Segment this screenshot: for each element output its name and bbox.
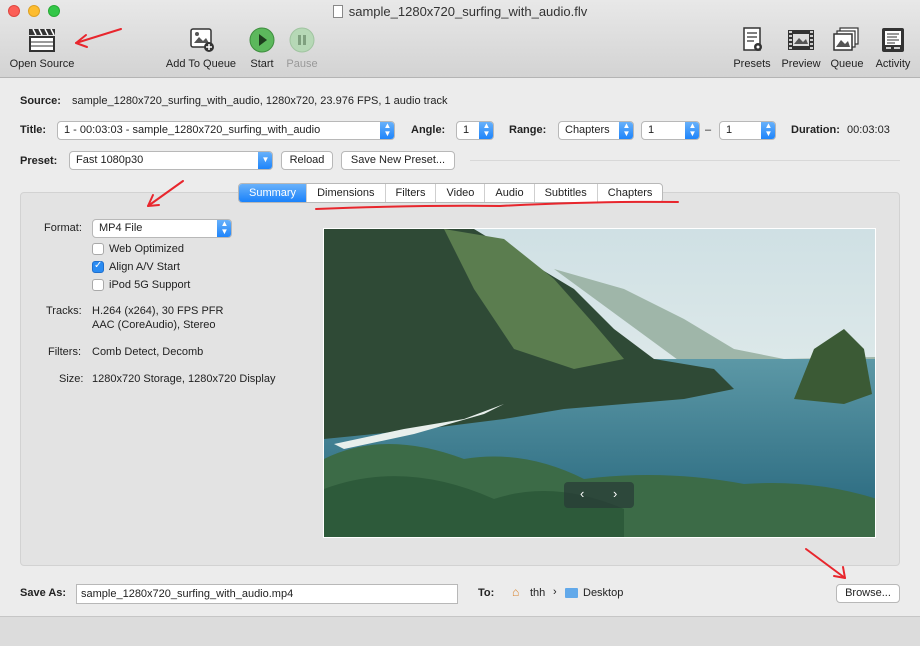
window-title-text: sample_1280x720_surfing_with_audio.flv [348, 4, 588, 19]
title-label: Title: [20, 124, 47, 136]
range-start-popup[interactable]: 1 ▲ ▼ [641, 121, 700, 140]
range-end-value: 1 [726, 124, 733, 136]
preset-separator [470, 160, 900, 161]
reload-button[interactable]: Reload [281, 151, 333, 170]
popup-arrows-icon: ▲ ▼ [380, 122, 394, 139]
duration-value: 00:03:03 [847, 124, 890, 136]
format-label: Format: [44, 222, 82, 234]
presets-button[interactable]: Presets [730, 26, 774, 76]
document-icon [332, 5, 343, 18]
preset-popup-value: Fast 1080p30 [76, 154, 144, 166]
range-type-value: Chapters [565, 124, 610, 136]
popup-arrows-icon: ▲ ▼ [685, 122, 699, 139]
web-optimized-label: Web Optimized [109, 243, 184, 255]
source-label: Source: [20, 95, 61, 107]
tab-video[interactable]: Video [435, 184, 484, 202]
range-type-popup[interactable]: Chapters ▲ ▼ [558, 121, 634, 140]
queue-icon [833, 27, 859, 51]
chevron-down-icon: ▼ [258, 152, 272, 169]
tracks-line-2: AAC (CoreAudio), Stereo [92, 319, 216, 331]
pause-button[interactable]: Pause [283, 26, 321, 76]
pause-icon [289, 27, 315, 53]
tab-audio[interactable]: Audio [484, 184, 533, 202]
align-av-start-label: Align A/V Start [109, 261, 180, 273]
angle-popup-value: 1 [463, 124, 470, 136]
size-label: Size: [59, 373, 84, 385]
open-source-button[interactable]: Open Source [6, 26, 78, 76]
duration-label: Duration: [791, 124, 840, 136]
queue-button[interactable]: Queue [826, 26, 868, 76]
tab-filters[interactable]: Filters [384, 184, 436, 202]
preset-label: Preset: [20, 155, 58, 167]
range-label: Range: [509, 124, 547, 136]
start-label: Start [250, 58, 274, 70]
angle-label: Angle: [411, 124, 446, 136]
pause-label: Pause [286, 58, 318, 70]
add-to-queue-icon [190, 28, 214, 52]
save-as-label: Save As: [20, 587, 67, 599]
add-to-queue-label: Add To Queue [165, 58, 237, 70]
source-value: sample_1280x720_surfing_with_audio, 1280… [72, 95, 448, 107]
activity-button[interactable]: Activity [870, 26, 916, 76]
preview-button[interactable]: Preview [778, 26, 824, 76]
title-popup-value: 1 - 00:03:03 - sample_1280x720_surfing_w… [64, 124, 321, 136]
popup-arrows-icon: ▲ ▼ [619, 122, 633, 139]
tracks-label: Tracks: [46, 305, 82, 317]
activity-label: Activity [875, 58, 911, 70]
folder-icon [565, 588, 578, 598]
save-as-filename-field[interactable]: sample_1280x720_surfing_with_audio.mp4 [76, 584, 458, 604]
filters-value: Comb Detect, Decomb [92, 346, 204, 358]
status-bar [0, 616, 920, 646]
tab-dimensions[interactable]: Dimensions [306, 184, 384, 202]
browse-button[interactable]: Browse... [836, 584, 900, 603]
tracks-line-1: H.264 (x264), 30 FPS PFR [92, 305, 224, 317]
preset-popup[interactable]: Fast 1080p30 ▼ [69, 151, 273, 170]
presets-icon [743, 27, 762, 51]
open-source-label: Open Source [9, 58, 75, 70]
range-dash: – [705, 124, 712, 136]
preview-label: Preview [781, 58, 821, 70]
toolbar: sample_1280x720_surfing_with_audio.flv O… [0, 0, 920, 78]
film-strip-icon [788, 30, 814, 50]
range-start-value: 1 [648, 124, 655, 136]
popup-arrows-icon: ▲ ▼ [479, 122, 493, 139]
align-av-start-checkbox[interactable] [92, 260, 104, 273]
preview-nav: ‹ › [564, 482, 634, 508]
add-to-queue-button[interactable]: Add To Queue [163, 26, 239, 76]
size-value: 1280x720 Storage, 1280x720 Display [92, 373, 276, 385]
path-home[interactable]: thh [530, 587, 545, 599]
filters-label: Filters: [48, 346, 81, 358]
tab-summary[interactable]: Summary [239, 184, 307, 202]
format-popup-value: MP4 File [99, 222, 143, 234]
queue-label: Queue [830, 58, 864, 70]
chevron-left-icon[interactable]: ‹ [580, 486, 584, 501]
path-folder[interactable]: Desktop [583, 587, 623, 599]
home-icon: ⌂ [512, 585, 520, 599]
path-separator: › [553, 586, 557, 598]
presets-label: Presets [733, 58, 771, 70]
start-button[interactable]: Start [244, 26, 280, 76]
web-optimized-checkbox[interactable] [92, 243, 104, 255]
ipod-support-checkbox[interactable] [92, 279, 104, 291]
window-title: sample_1280x720_surfing_with_audio.flv [0, 4, 920, 19]
tab-subtitles[interactable]: Subtitles [533, 184, 597, 202]
chevron-right-icon[interactable]: › [613, 486, 617, 501]
clapperboard-icon [29, 28, 55, 52]
ipod-support-label: iPod 5G Support [109, 279, 191, 291]
handbrake-window: sample_1280x720_surfing_with_audio.flv O… [0, 0, 920, 646]
save-new-preset-button[interactable]: Save New Preset... [341, 151, 455, 170]
popup-arrows-icon: ▲ ▼ [217, 220, 231, 237]
activity-log-icon [882, 28, 904, 52]
play-icon [249, 27, 275, 53]
to-label: To: [478, 587, 495, 599]
title-popup[interactable]: 1 - 00:03:03 - sample_1280x720_surfing_w… [57, 121, 395, 140]
format-popup[interactable]: MP4 File ▲ ▼ [92, 219, 232, 238]
arrow-head-browse [833, 566, 846, 579]
tab-bar: Summary Dimensions Filters Video Audio S… [238, 183, 664, 203]
tab-chapters[interactable]: Chapters [596, 184, 663, 202]
popup-arrows-icon: ▲ ▼ [761, 122, 775, 139]
angle-popup[interactable]: 1 ▲ ▼ [456, 121, 494, 140]
range-end-popup[interactable]: 1 ▲ ▼ [719, 121, 776, 140]
